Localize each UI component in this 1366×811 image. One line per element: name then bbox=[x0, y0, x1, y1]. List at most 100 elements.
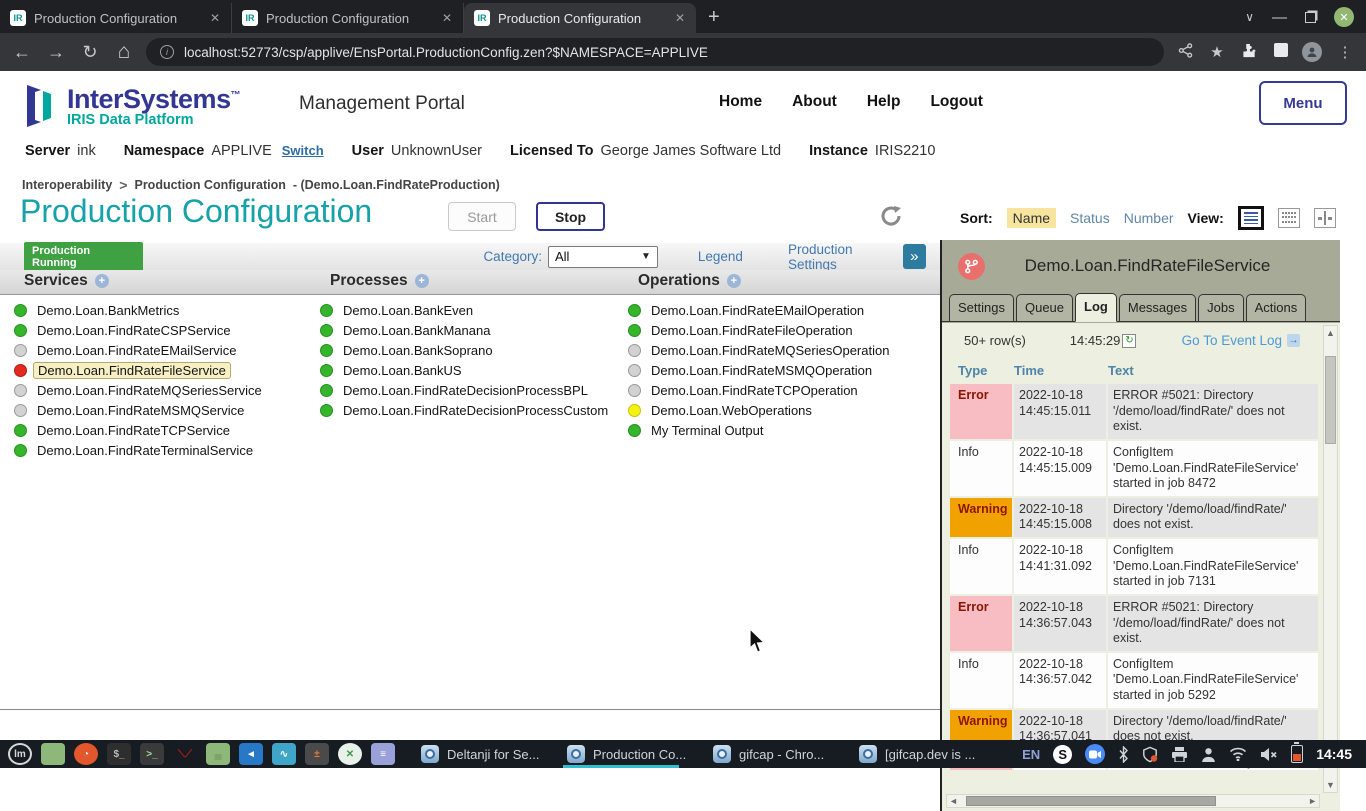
nav-link-about[interactable]: About bbox=[792, 93, 837, 111]
production-item[interactable]: Demo.Loan.FindRateEMailOperation bbox=[628, 300, 889, 320]
production-item[interactable]: Demo.Loan.WebOperations bbox=[628, 400, 889, 420]
reload-icon[interactable]: ↻ bbox=[78, 42, 102, 63]
refresh-log-icon[interactable]: ↻ bbox=[1122, 334, 1136, 348]
horizontal-scrollbar[interactable]: ◄ ► bbox=[946, 794, 1320, 808]
tab-search-icon[interactable]: ∨ bbox=[1245, 10, 1254, 24]
go-to-event-log-link[interactable]: Go To Event Log→ bbox=[1182, 333, 1300, 348]
production-item[interactable]: Demo.Loan.FindRateMSMQOperation bbox=[628, 360, 889, 380]
taskbar-window-button[interactable]: Deltanji for Se... bbox=[413, 740, 559, 768]
production-item[interactable]: Demo.Loan.FindRateMQSeriesService bbox=[14, 380, 262, 400]
production-item[interactable]: Demo.Loan.BankManana bbox=[320, 320, 608, 340]
planner-icon[interactable]: ✕ bbox=[338, 743, 362, 765]
production-item[interactable]: Demo.Loan.BankEven bbox=[320, 300, 608, 320]
production-item[interactable]: Demo.Loan.FindRateDecisionProcessBPL bbox=[320, 380, 608, 400]
krita-icon[interactable]: ⟍⟋ bbox=[173, 743, 197, 765]
new-tab-button[interactable]: + bbox=[696, 6, 732, 33]
clock[interactable]: 14:45 bbox=[1316, 746, 1352, 762]
log-col-time[interactable]: Time bbox=[1014, 363, 1106, 378]
add-operation-icon[interactable]: + bbox=[727, 274, 741, 288]
volume-muted-icon[interactable] bbox=[1260, 747, 1278, 762]
terminal-root-icon[interactable]: >_ bbox=[140, 743, 164, 765]
taskbar-window-button[interactable]: gifcap - Chro... bbox=[705, 740, 851, 768]
log-row[interactable]: Error2022-10-1814:36:57.043ERROR #5021: … bbox=[950, 596, 1318, 651]
profile-avatar[interactable] bbox=[1302, 42, 1324, 62]
pomodoro-icon[interactable]: ◔ bbox=[74, 743, 98, 765]
production-item[interactable]: Demo.Loan.FindRateFileOperation bbox=[628, 320, 889, 340]
grid-view-icon[interactable] bbox=[1278, 208, 1300, 228]
production-item[interactable]: Demo.Loan.FindRateFileService bbox=[14, 360, 262, 380]
log-row[interactable]: Info2022-10-1814:36:57.042ConfigItem 'De… bbox=[950, 653, 1318, 708]
breadcrumb-page[interactable]: Production Configuration bbox=[134, 178, 285, 192]
bluetooth-icon[interactable] bbox=[1118, 746, 1129, 763]
production-item[interactable]: Demo.Loan.FindRateTCPOperation bbox=[628, 380, 889, 400]
browser-tab[interactable]: IRProduction Configuration✕ bbox=[0, 3, 232, 33]
notes-icon[interactable]: ≡ bbox=[371, 743, 395, 765]
sort-by-status[interactable]: Status bbox=[1070, 210, 1110, 226]
file-manager-icon[interactable] bbox=[41, 743, 65, 765]
menu-button[interactable]: Menu bbox=[1259, 81, 1347, 125]
zoom-icon[interactable] bbox=[1085, 744, 1105, 764]
restore-icon[interactable] bbox=[1305, 12, 1316, 23]
scroll-left-icon[interactable]: ◄ bbox=[949, 794, 958, 808]
system-monitor-icon[interactable]: ∿ bbox=[272, 743, 296, 765]
home-icon[interactable]: ⌂ bbox=[112, 40, 136, 64]
sort-by-name[interactable]: Name bbox=[1007, 208, 1056, 228]
scroll-up-icon[interactable]: ▲ bbox=[1326, 326, 1335, 340]
browser-menu-icon[interactable]: ⋮ bbox=[1334, 43, 1356, 61]
production-item[interactable]: Demo.Loan.FindRateMQSeriesOperation bbox=[628, 340, 889, 360]
legend-link[interactable]: Legend bbox=[698, 249, 743, 264]
user-sessions-icon[interactable] bbox=[1201, 747, 1216, 762]
side-panel-icon[interactable] bbox=[1270, 43, 1292, 61]
forward-icon[interactable]: → bbox=[44, 42, 68, 63]
production-item[interactable]: My Terminal Output bbox=[628, 420, 889, 440]
sort-by-number[interactable]: Number bbox=[1124, 210, 1174, 226]
nav-link-help[interactable]: Help bbox=[867, 93, 901, 111]
firewall-shield-icon[interactable] bbox=[1142, 746, 1158, 763]
video-app-icon[interactable]: ◄ bbox=[239, 743, 263, 765]
skype-icon[interactable]: S bbox=[1053, 745, 1072, 764]
folder-icon[interactable]: ▄ bbox=[206, 743, 230, 765]
close-tab-icon[interactable]: ✕ bbox=[439, 11, 455, 25]
production-item[interactable]: Demo.Loan.FindRateTerminalService bbox=[14, 440, 262, 460]
split-view-icon[interactable] bbox=[1314, 208, 1336, 228]
tab-queue[interactable]: Queue bbox=[1016, 294, 1073, 321]
production-item[interactable]: Demo.Loan.FindRateCSPService bbox=[14, 320, 262, 340]
tab-settings[interactable]: Settings bbox=[949, 294, 1014, 321]
back-icon[interactable]: ← bbox=[10, 42, 34, 63]
log-row[interactable]: Error2022-10-1814:45:15.011ERROR #5021: … bbox=[950, 384, 1318, 439]
url-bar[interactable]: i localhost:52773/csp/applive/EnsPortal.… bbox=[146, 38, 1164, 66]
wifi-icon[interactable] bbox=[1229, 747, 1247, 761]
production-item[interactable]: Demo.Loan.FindRateTCPService bbox=[14, 420, 262, 440]
log-row[interactable]: Info2022-10-1814:45:15.009ConfigItem 'De… bbox=[950, 441, 1318, 496]
add-service-icon[interactable]: + bbox=[95, 274, 109, 288]
vertical-scrollbar[interactable]: ▲ ▼ bbox=[1323, 325, 1338, 793]
production-item[interactable]: Demo.Loan.FindRateEMailService bbox=[14, 340, 262, 360]
tab-actions[interactable]: Actions bbox=[1246, 294, 1307, 321]
bookmark-star-icon[interactable]: ★ bbox=[1206, 43, 1228, 61]
log-row[interactable]: Warning2022-10-1814:45:15.008Directory '… bbox=[950, 498, 1318, 537]
production-item[interactable]: Demo.Loan.BankMetrics bbox=[14, 300, 262, 320]
printer-icon[interactable] bbox=[1171, 747, 1188, 762]
production-item[interactable]: Demo.Loan.FindRateMSMQService bbox=[14, 400, 262, 420]
scrollbar-thumb[interactable] bbox=[1325, 356, 1336, 444]
production-item[interactable]: Demo.Loan.BankUS bbox=[320, 360, 608, 380]
log-col-type[interactable]: Type bbox=[950, 363, 1012, 378]
tab-jobs[interactable]: Jobs bbox=[1198, 294, 1243, 321]
close-tab-icon[interactable]: ✕ bbox=[207, 11, 223, 25]
production-settings-link[interactable]: Production Settings bbox=[788, 242, 903, 272]
minimize-icon[interactable]: — bbox=[1272, 9, 1287, 26]
terminal-icon[interactable]: $_ bbox=[107, 743, 131, 765]
category-select[interactable]: All▼ bbox=[548, 246, 658, 268]
extensions-icon[interactable] bbox=[1238, 43, 1260, 62]
site-info-icon[interactable]: i bbox=[160, 45, 174, 59]
production-item[interactable]: Demo.Loan.BankSoprano bbox=[320, 340, 608, 360]
breadcrumb-interoperability[interactable]: Interoperability bbox=[22, 178, 112, 192]
mint-menu-icon[interactable]: lm bbox=[8, 743, 32, 765]
expand-panel-button[interactable]: » bbox=[903, 244, 926, 269]
close-window-icon[interactable]: ✕ bbox=[1334, 7, 1354, 27]
log-col-text[interactable]: Text bbox=[1108, 363, 1318, 378]
share-icon[interactable] bbox=[1174, 43, 1196, 62]
keyboard-layout-indicator[interactable]: EN bbox=[1022, 747, 1040, 762]
log-row[interactable]: Info2022-10-1814:41:31.092ConfigItem 'De… bbox=[950, 539, 1318, 594]
taskbar-window-button[interactable]: [gifcap.dev is ... bbox=[851, 740, 997, 768]
